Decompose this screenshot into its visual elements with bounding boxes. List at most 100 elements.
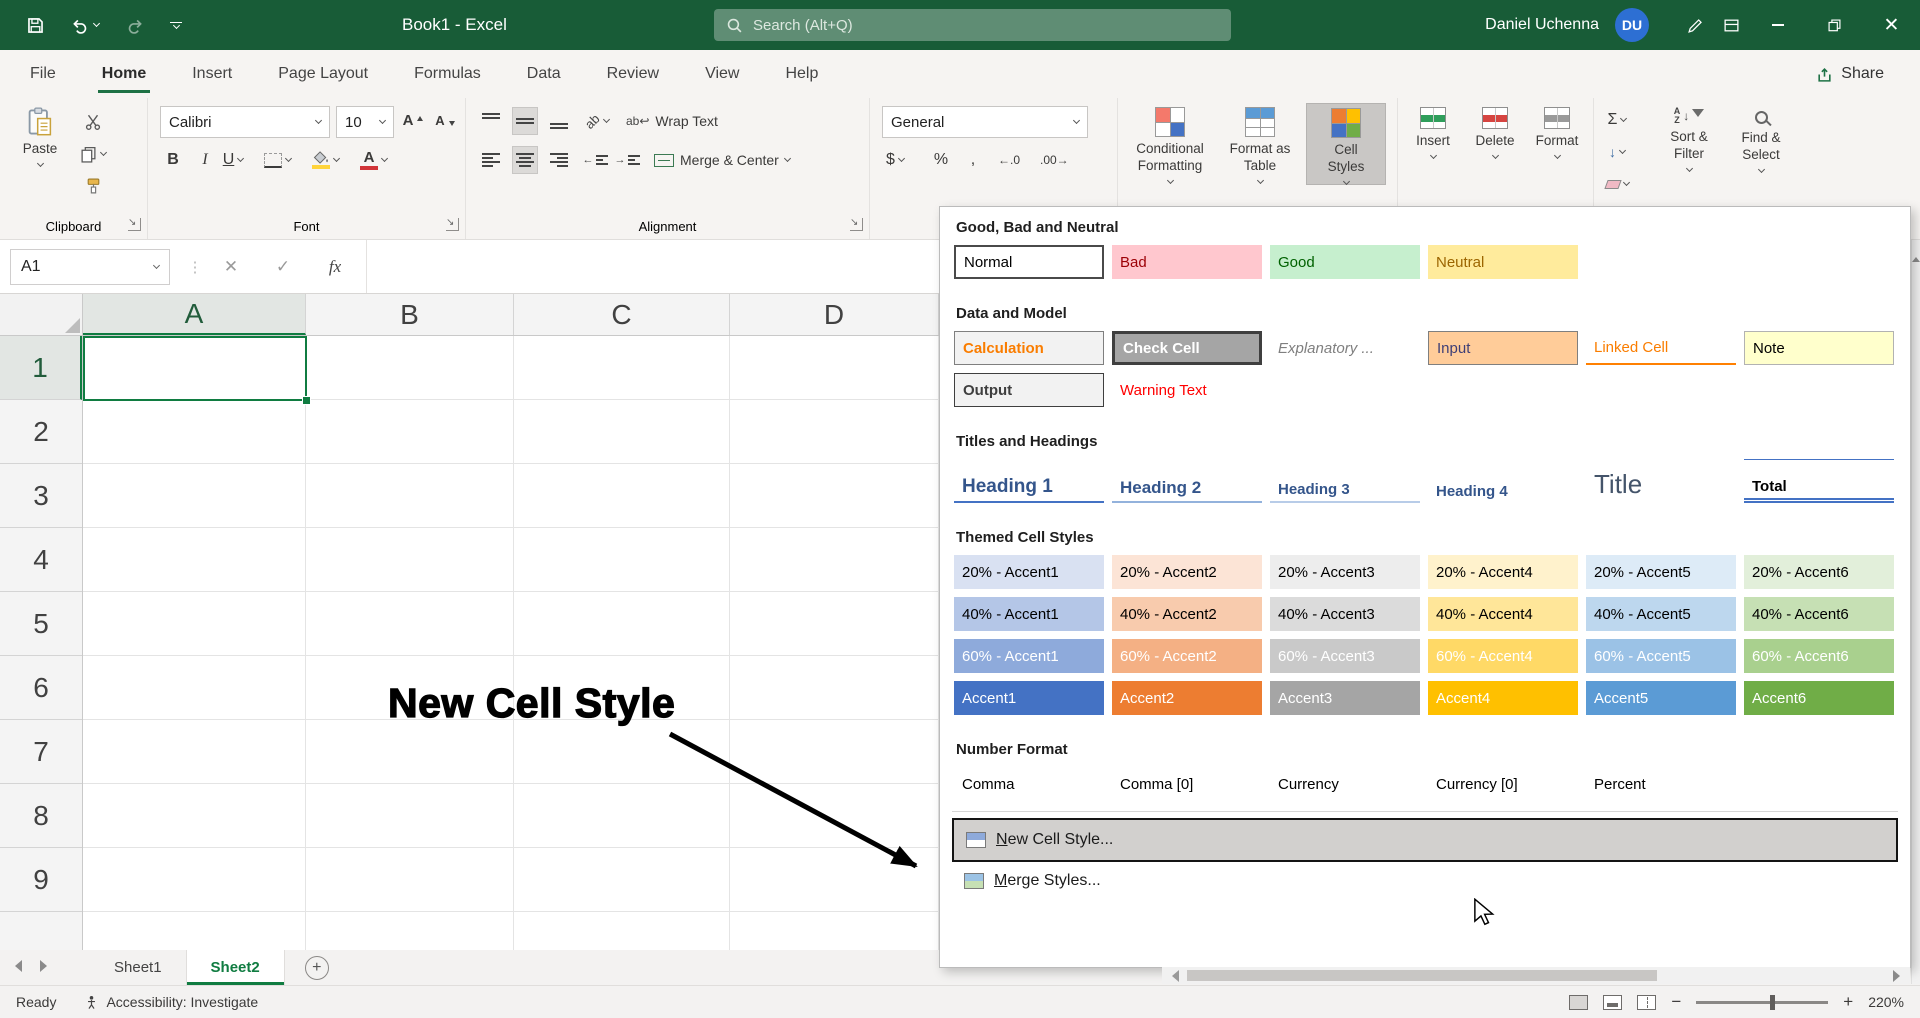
share-button[interactable]: Share bbox=[1816, 50, 1884, 98]
scroll-left-icon[interactable] bbox=[1166, 970, 1179, 982]
cell[interactable] bbox=[83, 848, 306, 912]
page-break-view-button[interactable] bbox=[1637, 995, 1656, 1010]
tab-help[interactable]: Help bbox=[785, 50, 818, 98]
avatar[interactable]: DU bbox=[1615, 8, 1649, 42]
cell[interactable] bbox=[730, 592, 939, 656]
zoom-level[interactable]: 220% bbox=[1868, 994, 1904, 1010]
cell-style-bad[interactable]: Bad bbox=[1112, 245, 1262, 279]
cell-style-60-accent3[interactable]: 60% - Accent3 bbox=[1270, 639, 1420, 673]
cell[interactable] bbox=[83, 656, 306, 720]
underline-button[interactable]: U bbox=[220, 146, 246, 174]
cell-style-currency[interactable]: Currency bbox=[1270, 767, 1420, 801]
cell-style-60-accent2[interactable]: 60% - Accent2 bbox=[1112, 639, 1262, 673]
page-layout-view-button[interactable] bbox=[1603, 995, 1622, 1010]
middle-align-button[interactable] bbox=[512, 107, 538, 135]
increase-decimal-button[interactable]: ←.0 bbox=[996, 146, 1022, 174]
cell[interactable] bbox=[306, 592, 514, 656]
cell-style-40-accent5[interactable]: 40% - Accent5 bbox=[1586, 597, 1736, 631]
decrease-indent-button[interactable]: ← bbox=[582, 146, 608, 174]
sort-filter-button[interactable]: AZ↓ Sort &Filter bbox=[1656, 103, 1722, 171]
cell[interactable] bbox=[306, 848, 514, 912]
accessibility-checker-button[interactable]: Accessibility: Investigate bbox=[84, 994, 258, 1010]
font-color-button[interactable]: A bbox=[360, 146, 387, 174]
cell-style-currency-0[interactable]: Currency [0] bbox=[1428, 767, 1578, 801]
cell[interactable] bbox=[83, 912, 306, 950]
scroll-up-icon[interactable] bbox=[1912, 236, 1920, 262]
cell[interactable] bbox=[514, 400, 730, 464]
cell[interactable] bbox=[730, 336, 939, 400]
align-center-button[interactable] bbox=[512, 146, 538, 174]
cell-style-accent3[interactable]: Accent3 bbox=[1270, 681, 1420, 715]
cell-style-heading-2[interactable]: Heading 2 bbox=[1112, 459, 1262, 503]
clipboard-dialog-launcher[interactable]: ↘ bbox=[128, 218, 141, 231]
row-header-3[interactable]: 3 bbox=[0, 464, 82, 528]
bold-button[interactable]: B bbox=[160, 146, 186, 174]
cell-style-input[interactable]: Input bbox=[1428, 331, 1578, 365]
horizontal-scrollbar-thumb[interactable] bbox=[1187, 970, 1657, 981]
paste-button[interactable]: Paste bbox=[12, 103, 68, 166]
cell[interactable] bbox=[514, 912, 730, 950]
align-right-button[interactable] bbox=[546, 146, 572, 174]
tab-data[interactable]: Data bbox=[527, 50, 561, 98]
cell[interactable] bbox=[730, 784, 939, 848]
cell-style-heading-4[interactable]: Heading 4 bbox=[1428, 459, 1578, 503]
cell-style-40-accent6[interactable]: 40% - Accent6 bbox=[1744, 597, 1894, 631]
cell[interactable] bbox=[83, 784, 306, 848]
tab-file[interactable]: File bbox=[30, 50, 56, 98]
format-cells-button[interactable]: Format bbox=[1528, 103, 1586, 158]
cell[interactable] bbox=[730, 464, 939, 528]
insert-cells-button[interactable]: Insert bbox=[1404, 103, 1462, 158]
insert-function-button[interactable]: fx bbox=[318, 249, 352, 285]
customize-quick-access-toolbar-button[interactable] bbox=[170, 22, 182, 29]
merge-center-button[interactable]: Merge & Center bbox=[654, 146, 790, 174]
cell-style-accent1[interactable]: Accent1 bbox=[954, 681, 1104, 715]
cell-style-accent4[interactable]: Accent4 bbox=[1428, 681, 1578, 715]
cell-style-accent2[interactable]: Accent2 bbox=[1112, 681, 1262, 715]
cell-style-title[interactable]: Title bbox=[1586, 459, 1736, 503]
cell[interactable] bbox=[306, 912, 514, 950]
italic-button[interactable]: I bbox=[192, 146, 218, 174]
decrease-decimal-button[interactable]: .00→ bbox=[1040, 146, 1069, 174]
format-as-table-button[interactable]: Format asTable bbox=[1218, 103, 1302, 183]
row-header-7[interactable]: 7 bbox=[0, 720, 82, 784]
cell-style-warning-text[interactable]: Warning Text bbox=[1112, 373, 1262, 407]
tab-view[interactable]: View bbox=[705, 50, 739, 98]
increase-indent-button[interactable]: → bbox=[614, 146, 640, 174]
row-header-8[interactable]: 8 bbox=[0, 784, 82, 848]
minimize-button[interactable] bbox=[1749, 0, 1806, 50]
new-sheet-button[interactable]: + bbox=[305, 956, 329, 980]
row-header-1[interactable]: 1 bbox=[0, 336, 82, 400]
row-header-6[interactable]: 6 bbox=[0, 656, 82, 720]
new-cell-style-menu-item[interactable]: New Cell Style... bbox=[952, 818, 1898, 862]
orientation-button[interactable]: ab bbox=[584, 107, 610, 135]
cell-style-good[interactable]: Good bbox=[1270, 245, 1420, 279]
cell-style-note[interactable]: Note bbox=[1744, 331, 1894, 365]
sheet-tab-sheet1[interactable]: Sheet1 bbox=[90, 950, 187, 985]
column-header-D[interactable]: D bbox=[730, 294, 939, 335]
cell-style-40-accent1[interactable]: 40% - Accent1 bbox=[954, 597, 1104, 631]
cell-style-output[interactable]: Output bbox=[954, 373, 1104, 407]
row-header-5[interactable]: 5 bbox=[0, 592, 82, 656]
fill-color-button[interactable] bbox=[312, 146, 339, 174]
cell[interactable] bbox=[730, 848, 939, 912]
tab-formulas[interactable]: Formulas bbox=[414, 50, 481, 98]
cell-style-linked-cell[interactable]: Linked Cell bbox=[1586, 331, 1736, 365]
cell[interactable] bbox=[730, 912, 939, 950]
fill-button[interactable]: ↓ bbox=[1604, 138, 1630, 166]
cell-style-accent5[interactable]: Accent5 bbox=[1586, 681, 1736, 715]
font-size-select[interactable]: 10 bbox=[336, 106, 394, 138]
cancel-button[interactable]: ✕ bbox=[214, 249, 248, 285]
cell-style-total[interactable]: Total bbox=[1744, 459, 1894, 503]
horizontal-scrollbar[interactable] bbox=[1162, 967, 1910, 984]
cell[interactable] bbox=[514, 528, 730, 592]
tab-insert[interactable]: Insert bbox=[192, 50, 232, 98]
select-all-corner[interactable] bbox=[0, 294, 83, 336]
cell[interactable] bbox=[83, 400, 306, 464]
ribbon-display-options-button[interactable] bbox=[1713, 0, 1749, 50]
cell-style-20-accent4[interactable]: 20% - Accent4 bbox=[1428, 555, 1578, 589]
font-name-select[interactable]: Calibri bbox=[160, 106, 330, 138]
close-button[interactable]: ✕ bbox=[1863, 0, 1920, 50]
cell[interactable] bbox=[306, 400, 514, 464]
cell-styles-button[interactable]: CellStyles bbox=[1306, 103, 1386, 185]
find-select-button[interactable]: Find &Select bbox=[1728, 103, 1794, 172]
